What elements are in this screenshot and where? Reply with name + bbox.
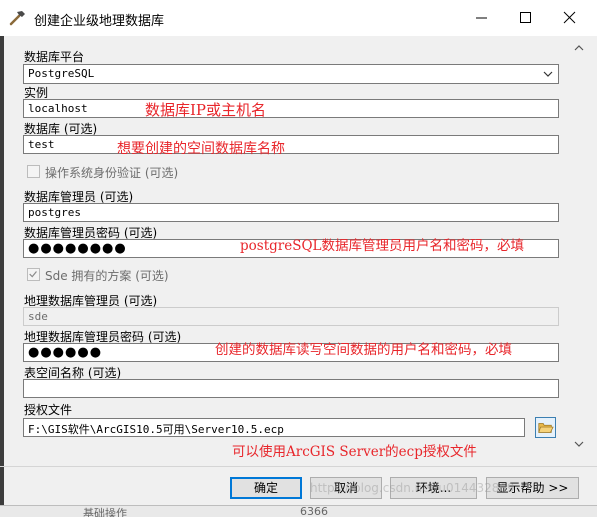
database-input[interactable]: test: [23, 135, 559, 154]
auth-file-input[interactable]: F:\GIS软件\ArcGIS10.5可用\Server10.5.ecp: [23, 418, 525, 437]
tablespace-input[interactable]: [23, 379, 559, 398]
platform-select[interactable]: PostgreSQL: [23, 64, 559, 84]
auth-file-label: 授权文件: [24, 403, 73, 417]
database-annotation: 想要创建的空间数据库名称: [117, 141, 285, 157]
hammer-icon: [9, 11, 25, 26]
sde-schema-label: Sde 拥有的方案 (可选): [45, 269, 169, 283]
platform-label: 数据库平台: [24, 50, 85, 64]
instance-annotation: 数据库IP或主机名: [145, 101, 267, 119]
background-right-text: 6366: [300, 505, 328, 517]
sde-schema-checkbox[interactable]: [27, 268, 40, 281]
window-title: 创建企业级地理数据库: [34, 14, 165, 29]
ok-button[interactable]: 确定: [230, 477, 302, 499]
window-left-edge: [0, 36, 4, 517]
auth-file-annotation: 可以使用ArcGIS Server的ecp授权文件: [232, 444, 477, 460]
db-admin-annotation: postgreSQL数据库管理员用户名和密码，必填: [240, 238, 524, 254]
open-folder-icon: [538, 423, 554, 433]
chevron-down-icon: [543, 71, 553, 77]
minimize-icon[interactable]: [462, 6, 502, 30]
scroll-down-icon[interactable]: [572, 437, 586, 451]
gdb-admin-annotation: 创建的数据库读写空间数据的用户名和密码，必填: [215, 342, 512, 358]
maximize-icon[interactable]: [506, 6, 546, 30]
platform-value: PostgreSQL: [28, 67, 95, 80]
footer-divider: [0, 466, 597, 467]
os-auth-checkbox[interactable]: [27, 165, 40, 178]
os-auth-label: 操作系统身份验证 (可选): [45, 166, 179, 180]
scroll-up-icon[interactable]: [572, 41, 586, 55]
title-bar[interactable]: 创建企业级地理数据库: [0, 0, 597, 36]
gdb-admin-input[interactable]: sde: [23, 307, 559, 326]
background-left-text: 基础操作: [83, 507, 127, 517]
db-admin-input[interactable]: postgres: [23, 203, 559, 222]
browse-button[interactable]: [535, 417, 556, 438]
checkmark-icon: [29, 271, 37, 278]
close-icon[interactable]: [550, 6, 590, 30]
watermark: https://blog.csdn.net/u014432809: [310, 481, 515, 495]
instance-input[interactable]: localhost: [23, 99, 559, 118]
